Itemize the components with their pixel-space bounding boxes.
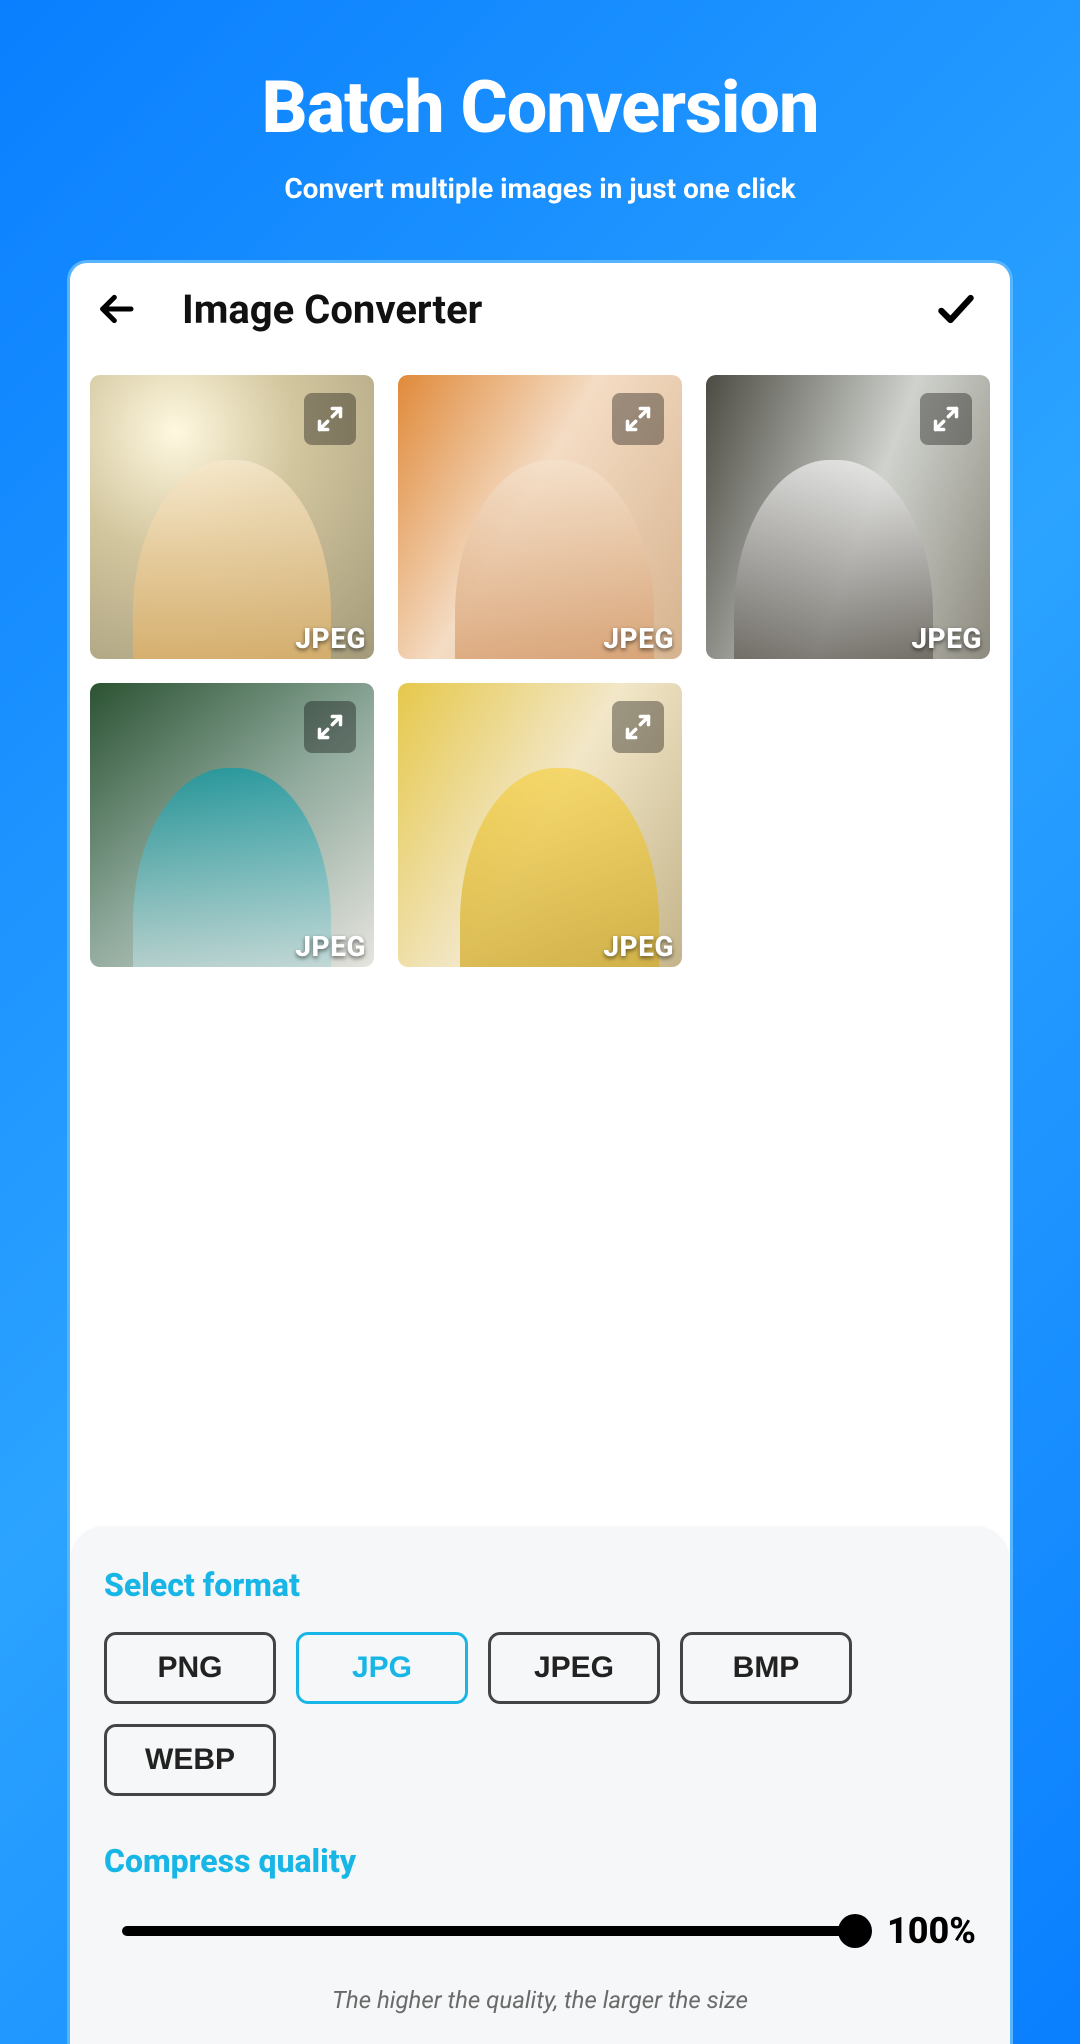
image-thumb[interactable]: JPEG — [706, 375, 990, 659]
image-grid: JPEG JPEG JPEG JPEG — [70, 355, 1010, 967]
back-button[interactable] — [92, 285, 140, 333]
image-thumb[interactable]: JPEG — [398, 683, 682, 967]
quality-section-label: Compress quality — [104, 1842, 976, 1880]
app-header: Image Converter — [70, 263, 1010, 355]
format-option-jpg[interactable]: JPG — [296, 1632, 468, 1704]
image-thumb[interactable]: JPEG — [90, 375, 374, 659]
quality-slider-row: 100% — [104, 1910, 976, 1952]
slider-thumb[interactable] — [838, 1914, 872, 1948]
hero-subtitle: Convert multiple images in just one clic… — [0, 172, 1080, 205]
format-badge: JPEG — [603, 930, 674, 963]
format-option-jpeg[interactable]: JPEG — [488, 1632, 660, 1704]
format-badge: JPEG — [295, 930, 366, 963]
image-thumb[interactable]: JPEG — [90, 683, 374, 967]
format-badge: JPEG — [911, 622, 982, 655]
format-option-png[interactable]: PNG — [104, 1632, 276, 1704]
expand-button[interactable] — [612, 701, 664, 753]
format-option-webp[interactable]: WEBP — [104, 1724, 276, 1796]
expand-icon — [316, 405, 344, 433]
format-badge: JPEG — [295, 622, 366, 655]
check-icon — [934, 287, 978, 331]
image-thumb[interactable]: JPEG — [398, 375, 682, 659]
arrow-left-icon — [96, 289, 136, 329]
format-badge: JPEG — [603, 622, 674, 655]
expand-icon — [624, 713, 652, 741]
format-section-label: Select format — [104, 1566, 976, 1604]
app-card: Image Converter JPEG JPEG JPEG — [67, 260, 1013, 2044]
options-panel: Select format PNG JPG JPEG BMP WEBP Comp… — [70, 1526, 1010, 2044]
expand-icon — [624, 405, 652, 433]
expand-icon — [316, 713, 344, 741]
format-option-bmp[interactable]: BMP — [680, 1632, 852, 1704]
quality-hint: The higher the quality, the larger the s… — [104, 1986, 976, 2014]
quality-value: 100% — [876, 1910, 976, 1952]
quality-slider[interactable] — [122, 1926, 856, 1936]
expand-button[interactable] — [304, 393, 356, 445]
confirm-button[interactable] — [932, 285, 980, 333]
expand-button[interactable] — [612, 393, 664, 445]
screen-title: Image Converter — [182, 286, 932, 333]
expand-button[interactable] — [304, 701, 356, 753]
hero-title: Batch Conversion — [0, 65, 1080, 150]
format-options: PNG JPG JPEG BMP WEBP — [104, 1632, 976, 1796]
expand-button[interactable] — [920, 393, 972, 445]
expand-icon — [932, 405, 960, 433]
